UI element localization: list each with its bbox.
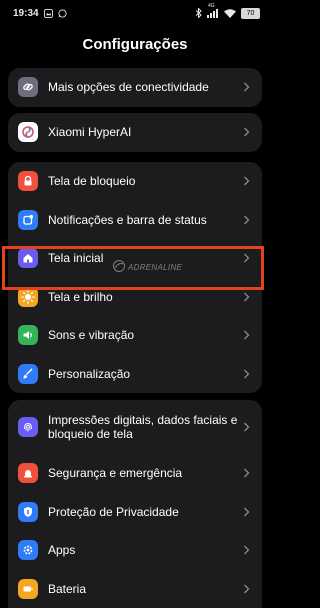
sun-icon — [18, 287, 38, 307]
chevron-right-icon — [243, 215, 250, 225]
page-title: Configurações — [0, 36, 270, 53]
hyperai-group: Xiaomi HyperAI — [8, 113, 262, 152]
chevron-right-icon — [243, 82, 250, 92]
watermark-text: ADRENALINE — [128, 263, 182, 272]
chevron-right-icon — [243, 330, 250, 340]
settings-item-notifications-status-bar[interactable]: Notificações e barra de status — [8, 201, 262, 240]
settings-item-fingerprints-face-lock[interactable]: Impressões digitais, dados faciais e blo… — [8, 400, 262, 454]
chevron-right-icon — [243, 253, 250, 263]
settings-item-label: Sons e vibração — [48, 328, 243, 342]
network-badge: 4G — [208, 3, 215, 9]
settings-item-privacy-protection[interactable]: Proteção de Privacidade — [8, 493, 262, 532]
settings-item-label: Apps — [48, 543, 243, 557]
settings-item-label: Personalização — [48, 367, 243, 381]
settings-item-sounds-vibration[interactable]: Sons e vibração — [8, 316, 262, 355]
settings-item-security-emergency[interactable]: Segurança e emergência — [8, 454, 262, 493]
settings-item-apps[interactable]: Apps — [8, 531, 262, 570]
settings-item-label: Tela e brilho — [48, 290, 243, 304]
chevron-right-icon — [243, 584, 250, 594]
apps-gear-icon — [18, 540, 38, 560]
settings-item-label: Segurança e emergência — [48, 466, 243, 480]
fingerprint-icon — [18, 417, 38, 437]
settings-item-display-brightness[interactable]: Tela e brilho — [8, 278, 262, 317]
chevron-right-icon — [243, 507, 250, 517]
bluetooth-icon — [195, 8, 202, 18]
settings-item-label: Impressões digitais, dados faciais e blo… — [48, 413, 243, 441]
settings-item-label: Bateria — [48, 582, 243, 596]
volume-icon — [18, 325, 38, 345]
settings-item-xiaomi-hyperai[interactable]: Xiaomi HyperAI — [8, 113, 262, 152]
connectivity-group: Mais opções de conectividade — [8, 68, 262, 107]
chevron-right-icon — [243, 292, 250, 302]
settings-item-lock-screen[interactable]: Tela de bloqueio — [8, 162, 262, 201]
battery-indicator: 70 — [241, 8, 260, 19]
watermark-logo-icon — [112, 259, 126, 275]
settings-item-personalization[interactable]: Personalização — [8, 355, 262, 394]
settings-item-label: Mais opções de conectividade — [48, 80, 243, 94]
gallery-notification-icon — [44, 9, 53, 18]
chevron-right-icon — [243, 545, 250, 555]
notification-icon — [18, 210, 38, 230]
battery-icon — [18, 579, 38, 599]
display-group: Tela de bloqueio Notificações e barra de… — [8, 162, 262, 393]
watermark: ADRENALINE — [112, 259, 182, 275]
whatsapp-icon — [58, 9, 67, 18]
status-bar: 19:34 4G 70 — [0, 0, 270, 26]
chevron-right-icon — [243, 176, 250, 186]
home-icon — [18, 248, 38, 268]
hyperai-swirl-icon — [18, 122, 38, 142]
status-time: 19:34 — [13, 8, 39, 19]
brush-icon — [18, 364, 38, 384]
signal-icon: 4G — [207, 8, 219, 18]
chevron-right-icon — [243, 369, 250, 379]
wifi-icon — [224, 9, 236, 18]
privacy-shield-icon — [18, 502, 38, 522]
settings-item-label: Proteção de Privacidade — [48, 505, 243, 519]
link-icon — [18, 77, 38, 97]
settings-item-battery[interactable]: Bateria — [8, 570, 262, 608]
security-group: Impressões digitais, dados faciais e blo… — [8, 400, 262, 608]
emergency-icon — [18, 463, 38, 483]
lock-icon — [18, 171, 38, 191]
settings-item-label: Xiaomi HyperAI — [48, 125, 243, 139]
chevron-right-icon — [243, 422, 250, 432]
chevron-right-icon — [243, 468, 250, 478]
settings-item-more-connectivity[interactable]: Mais opções de conectividade — [8, 68, 262, 107]
settings-item-label: Notificações e barra de status — [48, 213, 243, 227]
settings-item-label: Tela de bloqueio — [48, 174, 243, 188]
chevron-right-icon — [243, 127, 250, 137]
